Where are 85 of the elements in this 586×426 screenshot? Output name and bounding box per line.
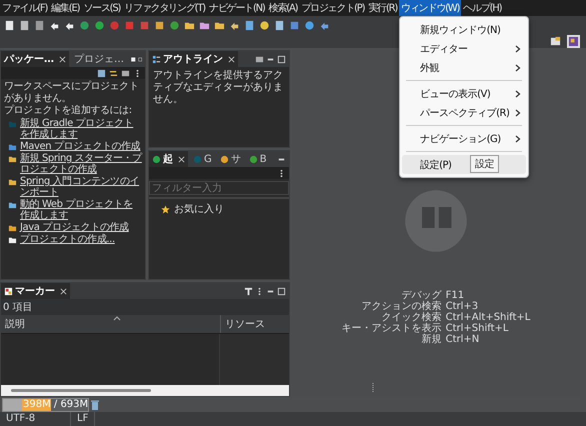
chevron-icon (515, 64, 522, 72)
close-icon[interactable] (228, 56, 235, 62)
link[interactable]: Java プロジェクトの作成 (20, 222, 129, 233)
menu-item[interactable]: 検索(A) (266, 0, 300, 16)
trash-icon[interactable] (91, 400, 99, 410)
link[interactable]: 動的 Web プロジェクトを作成します (20, 199, 142, 221)
close-icon[interactable] (60, 288, 67, 294)
chevron-icon (515, 90, 522, 98)
link[interactable]: プロジェクトの作成... (20, 234, 115, 245)
menu-item[interactable]: 設定(P) 設定 (402, 155, 526, 174)
tab-icon (220, 154, 229, 164)
panel-tab[interactable]: マーカー (1, 283, 70, 299)
new-file-icon[interactable] (4, 20, 15, 30)
shortcut-keys: Ctrl+Alt+Shift+L (446, 312, 530, 323)
menu-item[interactable]: 新規ウィンドウ(N) (402, 20, 526, 39)
panel-tab[interactable]: G (190, 151, 215, 167)
shortcut-action: クイック検索 (380, 312, 442, 323)
panel-tab[interactable]: 起 (149, 151, 188, 167)
restore-icon[interactable] (131, 54, 136, 64)
menu-item[interactable]: 編集(E) (49, 0, 82, 16)
perspective-icon[interactable] (567, 34, 580, 48)
tab-icon (193, 154, 202, 164)
info-text: ワークスペースにプロジェクトがありません。 (4, 81, 140, 104)
menu-item[interactable]: ナビゲーション(G) (402, 129, 526, 148)
chevron-icon (515, 134, 522, 142)
maximize-icon[interactable] (277, 286, 286, 296)
maximize-icon[interactable] (277, 54, 286, 64)
menu-item[interactable]: パースペクティブ(R) (402, 103, 526, 122)
perspective-icon[interactable] (550, 36, 561, 46)
chevron-icon (515, 44, 522, 52)
horizontal-scrollbar[interactable] (1, 385, 289, 396)
encoding-text: UTF-8 (0, 412, 71, 426)
shortcut-action: アクションの検索 (360, 301, 442, 312)
tab-icon (152, 154, 161, 164)
info-text: プロジェクトを追加するには: (4, 105, 133, 117)
link[interactable]: Spring 入門コンテンツのインポート (20, 176, 142, 198)
link[interactable]: 新規 Gradle プロジェクトを作成します (20, 118, 142, 140)
menu-item[interactable]: リファクタリング(T) (122, 0, 207, 16)
shortcut-keys: Ctrl+Shift+L (446, 323, 530, 334)
column-header[interactable]: 説明 (1, 315, 221, 333)
menu-item[interactable]: 外観 (402, 58, 526, 77)
shortcut-action: 新規 (420, 334, 442, 345)
menu-item[interactable]: プロジェクト(P) (299, 0, 366, 16)
shortcut-keys: F11 (446, 290, 530, 301)
panel-tab[interactable]: プロジェ… (71, 51, 127, 67)
menu-item[interactable]: ヘルプ(H) (461, 0, 504, 16)
link[interactable]: 新規 Spring スターター・プロジェクトの作成 (20, 153, 142, 175)
maximize-icon[interactable] (138, 54, 142, 64)
panel-tab[interactable]: アウトライン (149, 51, 238, 67)
tree-item[interactable]: お気に入り (174, 202, 224, 216)
menu-item[interactable]: ビューの表示(V) (402, 84, 526, 103)
menu-item[interactable]: ファイル(F) (0, 0, 50, 16)
menu-item[interactable]: エディター (402, 39, 526, 58)
menu-item[interactable]: ナビゲート(N) (206, 0, 267, 16)
project-icon (8, 119, 17, 128)
markers-icon (4, 286, 13, 296)
shortcut-action: デバッグ (400, 290, 442, 301)
link[interactable]: Maven プロジェクトの作成 (20, 141, 140, 152)
chevron-icon (515, 108, 522, 116)
shortcut-keys: Ctrl+3 (446, 301, 530, 312)
close-icon[interactable] (178, 156, 185, 162)
shortcut-keys: Ctrl+N (446, 334, 530, 345)
column-header[interactable]: リソース (221, 315, 289, 333)
outline-icon (152, 54, 161, 64)
menu-item[interactable]: 実行(R) (366, 0, 400, 16)
shortcut-action: キー・アシストを表示 (342, 323, 442, 334)
panel-tab[interactable]: サ (216, 151, 244, 167)
panel-tab[interactable]: パッケー… (1, 51, 69, 67)
item-count: 0 項目 (1, 299, 289, 315)
line-ending-text: LF (71, 412, 96, 426)
heap-usage-text: 398M / 693M (22, 398, 88, 410)
sort-caret-icon (113, 316, 121, 321)
filter-field[interactable]: フィルター入力 (149, 181, 289, 195)
project-icon (8, 200, 17, 209)
close-icon[interactable] (59, 56, 66, 62)
info-text: アウトラインを提供するアクティブなエディターがありません。 (153, 70, 284, 106)
menu-item[interactable]: ウィンドウ(W) (399, 0, 462, 16)
document-icon[interactable] (244, 20, 255, 30)
tooltip: 設定 (470, 155, 500, 173)
menu-item[interactable]: ソース(S) (81, 0, 122, 16)
splitter-handle-icon[interactable] (372, 383, 374, 393)
panel-tab[interactable]: B (246, 151, 270, 167)
project-icon (8, 177, 17, 186)
tab-icon (248, 154, 258, 164)
document-icon[interactable] (274, 20, 285, 30)
